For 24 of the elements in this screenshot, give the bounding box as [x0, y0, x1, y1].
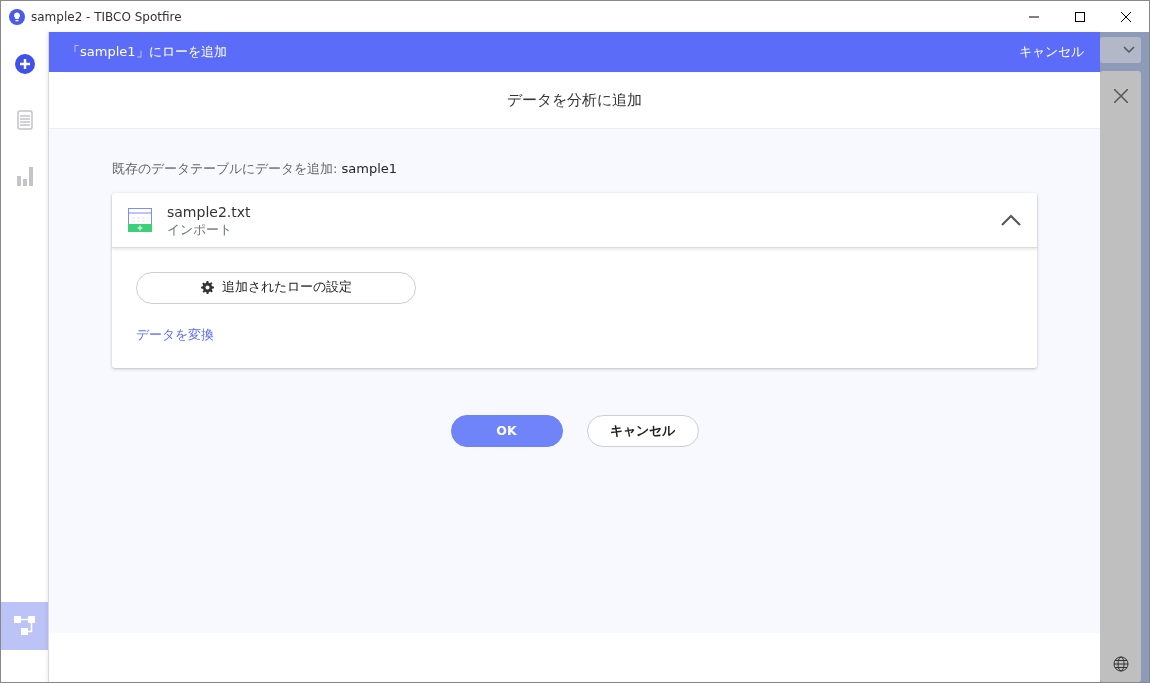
- maximize-icon: [1075, 11, 1085, 22]
- settings-button[interactable]: 追加されたローの設定: [136, 271, 416, 304]
- target-label: 既存のデータテーブルにデータを追加:: [112, 161, 338, 176]
- source-subtitle: インポート: [167, 223, 233, 237]
- dialog-heading: データを分析に追加: [507, 89, 642, 111]
- gear-icon: [200, 281, 214, 294]
- transform-data-link[interactable]: データを変換: [136, 325, 214, 345]
- cancel-link[interactable]: キャンセル: [1019, 42, 1084, 62]
- app-logo-icon: [9, 8, 25, 25]
- close-icon: [1121, 11, 1131, 22]
- ok-button[interactable]: OK: [450, 415, 563, 448]
- dialog-title: 「sample1」にローを追加: [67, 43, 227, 62]
- target-name: sample1: [341, 161, 398, 176]
- add-icon: [14, 54, 35, 74]
- bar-chart-icon: [15, 166, 34, 186]
- document-icon: [16, 110, 33, 130]
- flow-diagram-icon: [13, 616, 36, 636]
- chevron-down-icon: [1123, 46, 1135, 54]
- cancel-button[interactable]: キャンセル: [586, 415, 699, 448]
- source-name: sample2.txt: [167, 203, 251, 223]
- table-add-icon: [128, 207, 152, 232]
- close-icon: [1113, 89, 1128, 103]
- window-title: sample2 - TIBCO Spotfire: [31, 8, 182, 26]
- globe-icon: [1112, 656, 1129, 672]
